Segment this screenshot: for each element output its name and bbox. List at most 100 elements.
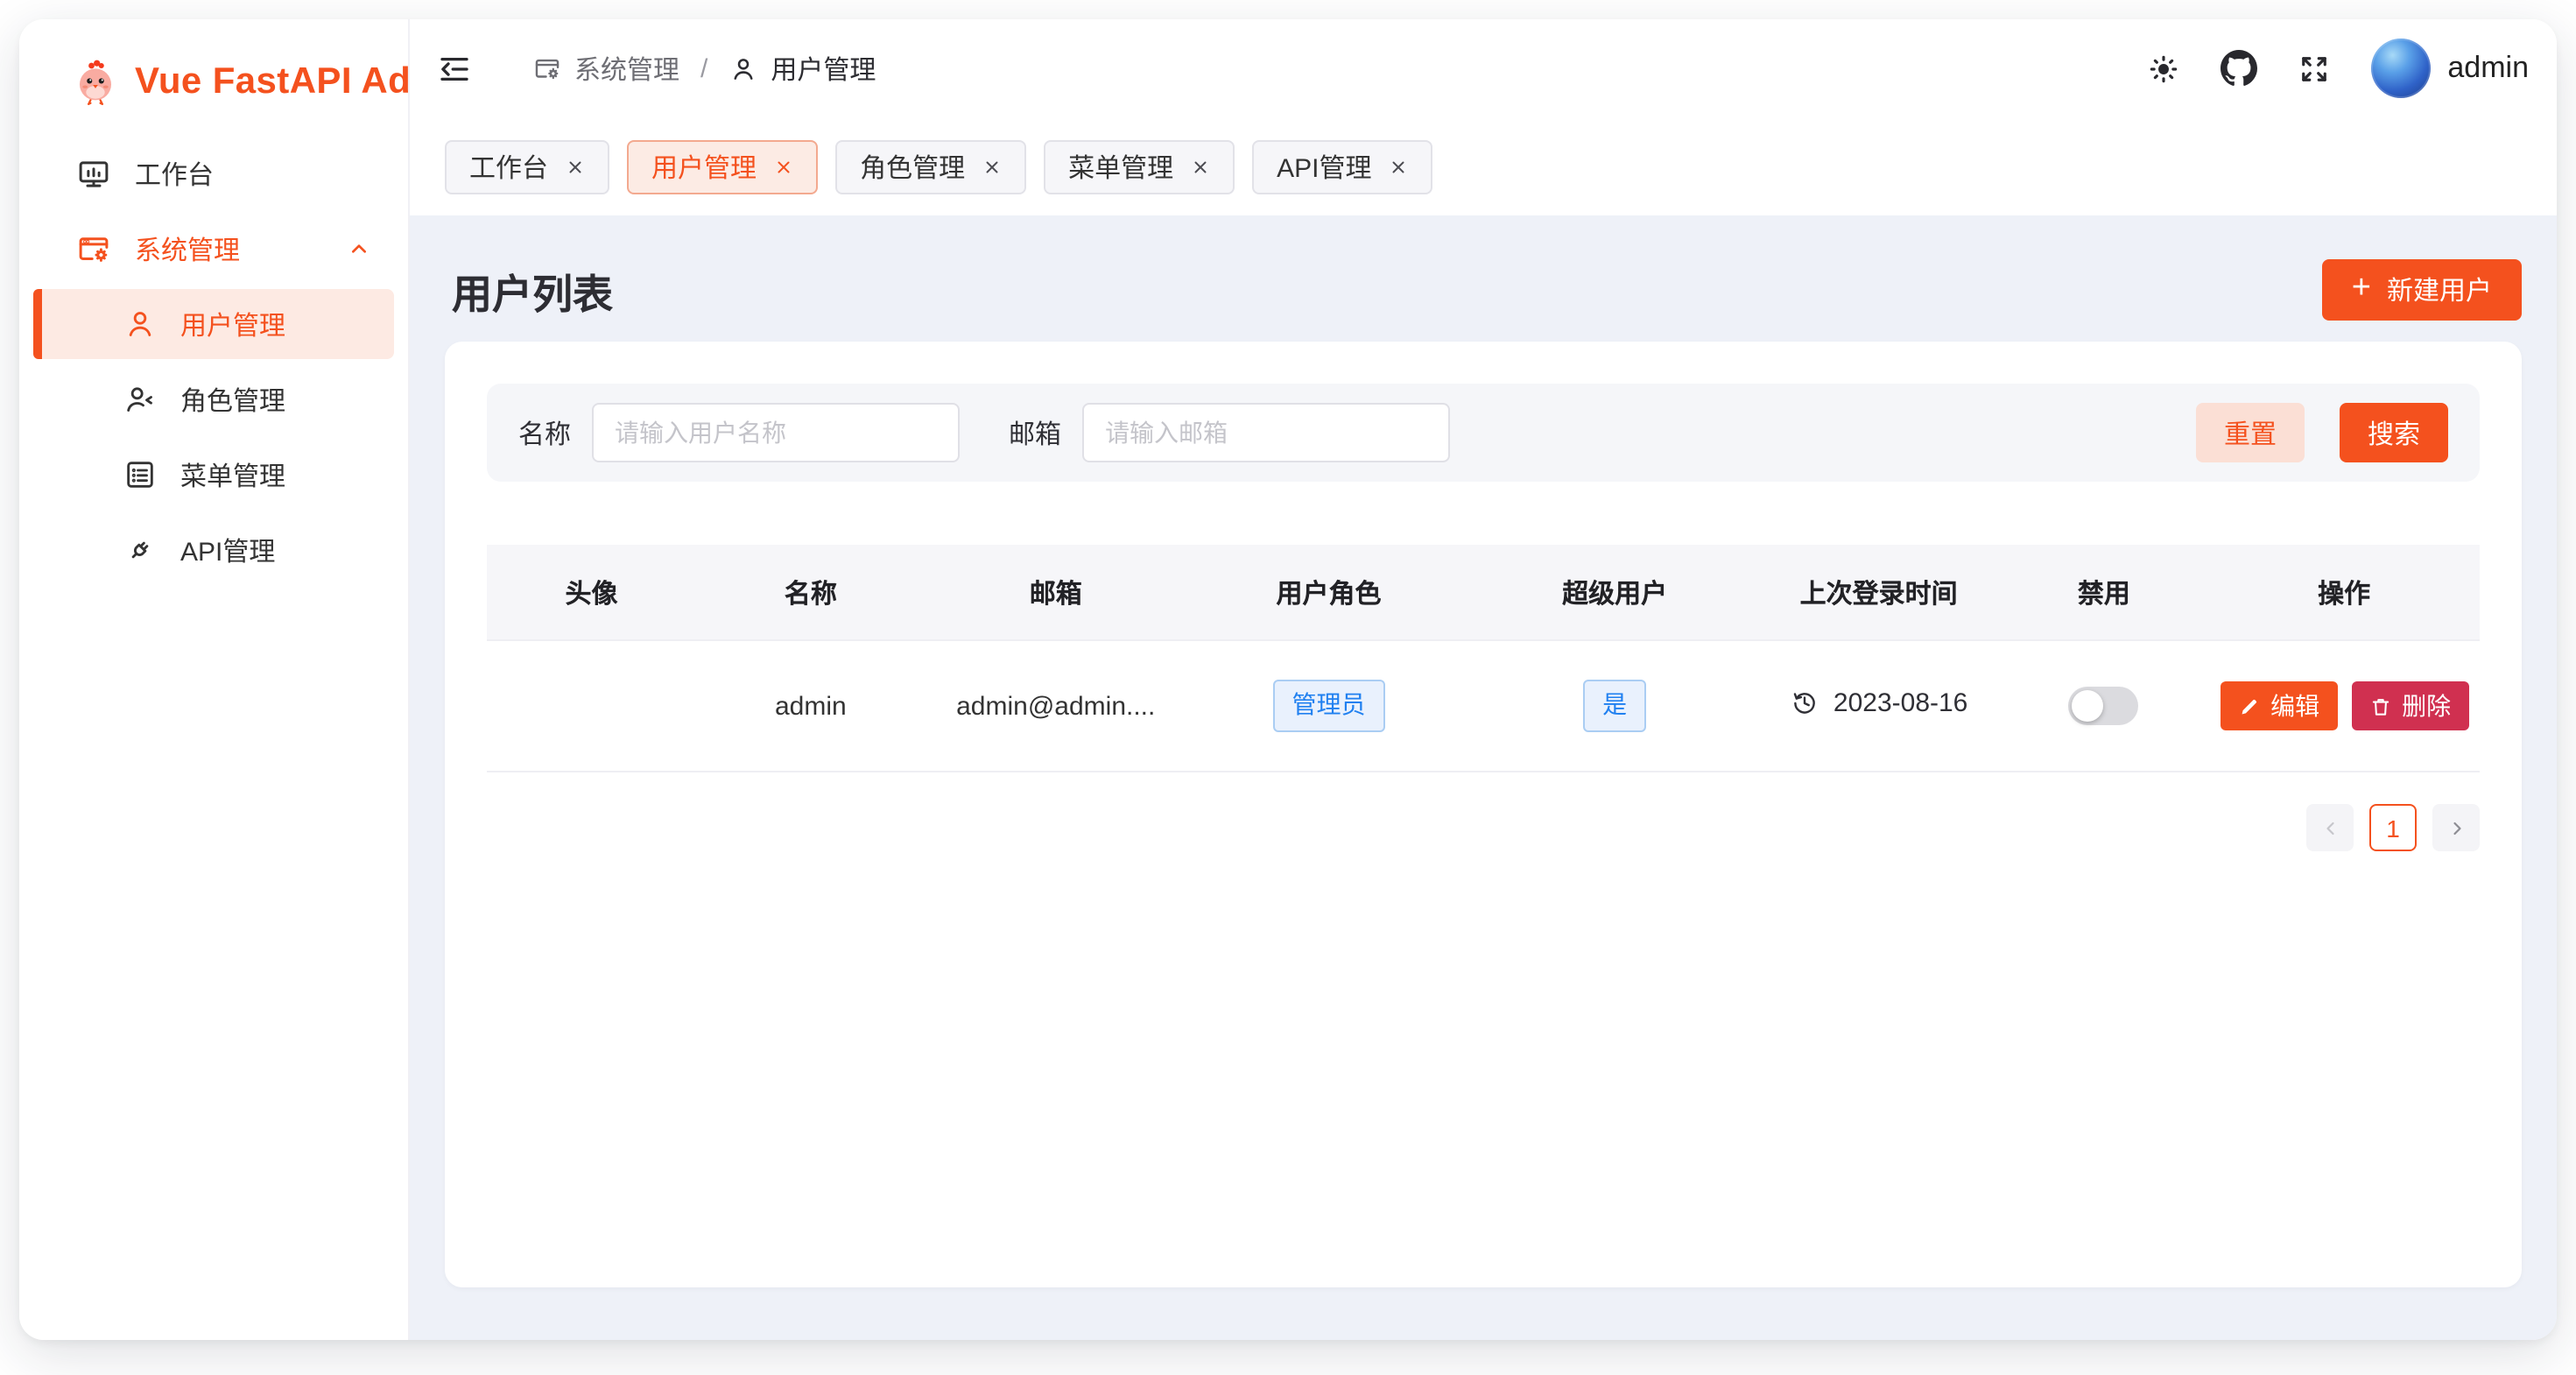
user-menu[interactable]: admin [2370,39,2529,98]
email-filter-input[interactable] [1082,403,1450,462]
delete-label: 删除 [2402,688,2451,723]
close-icon[interactable] [774,157,793,176]
avatar [2370,39,2430,98]
edit-label: 编辑 [2270,688,2319,723]
col-name: 名称 [696,545,926,640]
fullscreen-icon[interactable] [2295,50,2332,87]
col-disabled: 禁用 [1999,545,2208,640]
cell-last-login: 2023-08-16 [1758,640,1999,772]
sidebar-item-users[interactable]: 用户管理 [33,289,394,359]
tab-label: 角色管理 [860,148,965,185]
cell-disabled [1999,640,2208,772]
window-gear-icon [75,230,112,267]
cell-role: 管理员 [1186,640,1471,772]
cell-name: admin [696,640,926,772]
sidebar-item-label: API管理 [180,532,275,568]
sidebar: Vue FastAPI Admin 工作台 [19,19,410,1340]
tab-roles[interactable]: 角色管理 [835,139,1026,194]
col-email: 邮箱 [926,545,1186,640]
plug-icon [121,532,158,568]
prev-page-button[interactable] [2306,804,2354,851]
last-login-value: 2023-08-16 [1833,688,1967,717]
breadcrumb-item-users[interactable]: 用户管理 [728,50,876,87]
breadcrumb-separator: / [700,53,707,83]
role-tag: 管理员 [1273,680,1385,732]
tab-bar: 工作台 用户管理 角色管理 [410,117,2557,215]
header-actions: admin [2144,39,2529,98]
window-gear-icon [532,53,562,83]
search-button[interactable]: 搜索 [2340,403,2448,462]
breadcrumb: 系统管理 / 用户管理 [532,50,876,87]
edit-button[interactable]: 编辑 [2220,681,2337,730]
email-filter-label: 邮箱 [1009,414,1061,451]
sidebar-item-label: 菜单管理 [180,456,285,493]
col-last-login: 上次登录时间 [1758,545,1999,640]
sidebar-item-api[interactable]: API管理 [33,515,394,585]
person-icon [121,306,158,342]
history-clock-icon [1790,688,1819,717]
name-filter-input[interactable] [592,403,960,462]
col-superuser: 超级用户 [1471,545,1758,640]
breadcrumb-item-system[interactable]: 系统管理 [532,50,679,87]
app-window: Vue FastAPI Admin 工作台 [19,19,2557,1340]
close-icon[interactable] [982,157,1002,176]
collapse-sidebar-icon[interactable] [436,50,473,87]
delete-button[interactable]: 删除 [2351,681,2468,730]
cell-email: admin@admin.... [926,640,1186,772]
reset-button[interactable]: 重置 [2196,403,2305,462]
filter-bar: 名称 邮箱 重置 搜索 [487,384,2480,482]
col-actions: 操作 [2208,545,2480,640]
app-logo[interactable]: Vue FastAPI Admin [19,19,408,123]
list-box-icon [121,456,158,493]
table-row: admin admin@admin.... 管理员 是 [487,640,2480,772]
disable-toggle[interactable] [2069,687,2139,725]
next-page-button[interactable] [2432,804,2480,851]
content-area: 用户列表 + 新建用户 名称 邮箱 重置 [410,215,2557,1340]
tab-label: 用户管理 [651,148,757,185]
close-icon[interactable] [1191,157,1210,176]
tab-api[interactable]: API管理 [1252,139,1432,194]
superuser-tag: 是 [1583,680,1646,732]
filter-actions: 重置 搜索 [2196,403,2448,462]
main-area: 系统管理 / 用户管理 [410,19,2557,1340]
sidebar-item-menus[interactable]: 菜单管理 [33,440,394,510]
tab-label: API管理 [1277,148,1371,185]
cell-avatar [487,640,696,772]
theme-toggle-sun-icon[interactable] [2144,50,2181,87]
sidebar-menu: 工作台 系统管理 [19,123,408,601]
users-table: 头像 名称 邮箱 用户角色 超级用户 上次登录时间 禁用 操作 [487,545,2480,772]
top-header: 系统管理 / 用户管理 [410,19,2557,117]
tab-users[interactable]: 用户管理 [627,139,818,194]
page-title: 用户列表 [452,260,613,320]
name-filter-label: 名称 [518,414,571,451]
tab-workbench[interactable]: 工作台 [445,139,609,194]
pencil-icon [2237,695,2260,717]
github-icon[interactable] [2220,50,2256,87]
close-icon[interactable] [566,157,585,176]
person-switch-icon [121,381,158,418]
sidebar-item-label: 用户管理 [180,306,285,342]
sidebar-item-label: 工作台 [135,155,214,192]
breadcrumb-label: 系统管理 [574,50,679,87]
sidebar-item-workbench[interactable]: 工作台 [33,138,394,208]
sidebar-item-label: 系统管理 [135,230,240,267]
tab-menus[interactable]: 菜单管理 [1044,139,1235,194]
trash-icon [2368,695,2391,717]
chevron-up-icon [345,235,373,263]
table-header-row: 头像 名称 邮箱 用户角色 超级用户 上次登录时间 禁用 操作 [487,545,2480,640]
page-number-button[interactable]: 1 [2369,804,2417,851]
col-role: 用户角色 [1186,545,1471,640]
pagination: 1 [487,804,2480,851]
tab-label: 工作台 [469,148,548,185]
sidebar-item-roles[interactable]: 角色管理 [33,364,394,434]
person-icon [728,53,758,83]
content-card: 名称 邮箱 重置 搜索 [445,342,2522,1287]
breadcrumb-label: 用户管理 [771,50,876,87]
new-user-button[interactable]: + 新建用户 [2322,259,2522,321]
close-icon[interactable] [1390,157,1409,176]
page-header: 用户列表 + 新建用户 [410,215,2557,321]
sidebar-item-system[interactable]: 系统管理 [33,214,394,284]
username: admin [2447,51,2529,86]
tab-label: 菜单管理 [1068,148,1173,185]
sidebar-item-label: 角色管理 [180,381,285,418]
